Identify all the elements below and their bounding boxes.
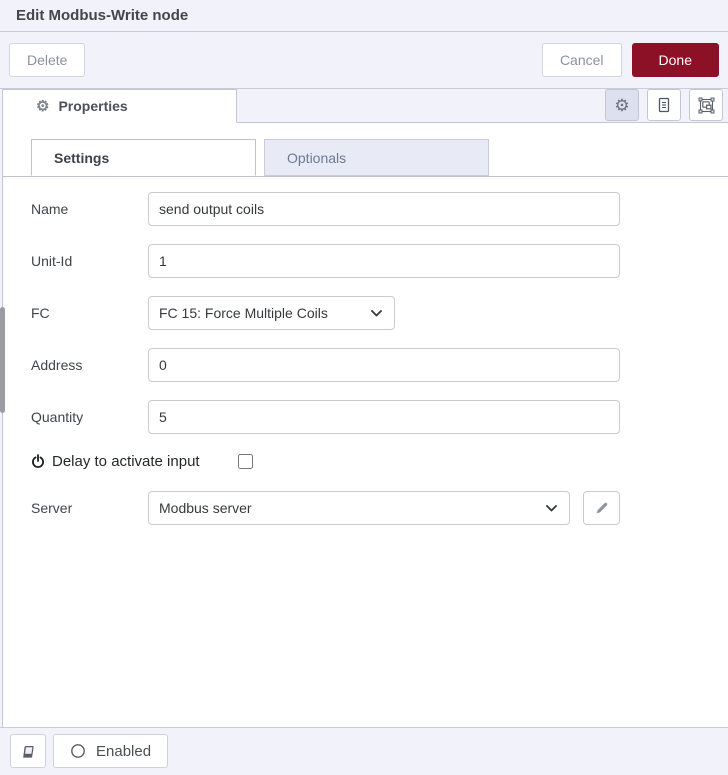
quantity-label: Quantity: [31, 409, 84, 425]
gear-icon: ⚙: [614, 95, 630, 115]
unit-id-input[interactable]: [148, 244, 620, 278]
fc-selected-value: FC 15: Force Multiple Coils: [159, 305, 328, 321]
edit-server-button[interactable]: [583, 491, 620, 525]
group-select-icon: [698, 97, 715, 114]
properties-tab-label: Properties: [58, 98, 128, 114]
dialog-toolbar: Delete Cancel Done: [0, 32, 728, 89]
delay-row: Delay to activate input: [31, 453, 728, 470]
unit-id-label: Unit-Id: [31, 253, 73, 269]
done-button[interactable]: Done: [631, 43, 719, 77]
settings-tab-bar: Settings Optionals: [3, 123, 728, 177]
quantity-input[interactable]: [148, 400, 620, 434]
book-icon: [21, 744, 36, 759]
server-row: Server Modbus server: [31, 491, 728, 525]
dialog-footer: Enabled: [0, 727, 728, 774]
quantity-row: Quantity: [31, 400, 728, 434]
fc-row: FC FC 15: Force Multiple Coils: [31, 296, 728, 330]
document-icon: [656, 97, 672, 113]
name-input[interactable]: [148, 192, 620, 226]
name-row: Name: [31, 192, 728, 226]
editor-content: Settings Optionals Name Unit-Id FC FC 15…: [3, 123, 728, 727]
address-row: Address: [31, 348, 728, 382]
cancel-button[interactable]: Cancel: [541, 43, 622, 77]
enabled-label: Enabled: [96, 742, 152, 760]
pencil-icon: [595, 501, 609, 515]
chevron-down-icon: [546, 504, 557, 512]
fc-select[interactable]: FC 15: Force Multiple Coils: [148, 296, 395, 330]
properties-tab-row: ⚙ Properties ⚙: [3, 89, 728, 123]
fc-label: FC: [31, 305, 50, 321]
dialog-title: Edit Modbus-Write node: [16, 7, 189, 24]
server-label: Server: [31, 500, 73, 516]
gear-icon: ⚙: [36, 97, 50, 115]
delete-button[interactable]: Delete: [9, 43, 86, 77]
enabled-toggle-button[interactable]: Enabled: [53, 734, 169, 768]
chevron-down-icon: [371, 309, 382, 317]
delay-label: Delay to activate input: [31, 453, 200, 470]
delay-label-text: Delay to activate input: [52, 453, 200, 470]
docs-button[interactable]: [10, 734, 46, 768]
group-properties-button[interactable]: [689, 89, 723, 121]
tab-settings[interactable]: Settings: [31, 139, 256, 176]
server-selected-value: Modbus server: [159, 500, 252, 516]
power-icon: [31, 454, 45, 469]
delay-checkbox[interactable]: [237, 454, 253, 469]
tab-optionals[interactable]: Optionals: [264, 139, 489, 176]
properties-view-button[interactable]: ⚙: [605, 89, 639, 121]
workspace-scrollbar-thumb[interactable]: [0, 307, 5, 413]
circle-icon: [70, 743, 86, 759]
server-select[interactable]: Modbus server: [148, 491, 570, 525]
editor-panel: ⚙ Properties ⚙ Settings Optionals Name s…: [2, 89, 728, 727]
description-view-button[interactable]: [647, 89, 681, 121]
settings-form: Name Unit-Id FC FC 15: Force Multiple Co…: [3, 177, 728, 525]
address-label: Address: [31, 357, 83, 373]
name-label: Name: [31, 201, 69, 217]
dialog-titlebar: Edit Modbus-Write node: [0, 0, 728, 32]
unit-id-row: Unit-Id: [31, 244, 728, 278]
tab-properties[interactable]: ⚙ Properties: [3, 89, 237, 123]
address-input[interactable]: [148, 348, 620, 382]
